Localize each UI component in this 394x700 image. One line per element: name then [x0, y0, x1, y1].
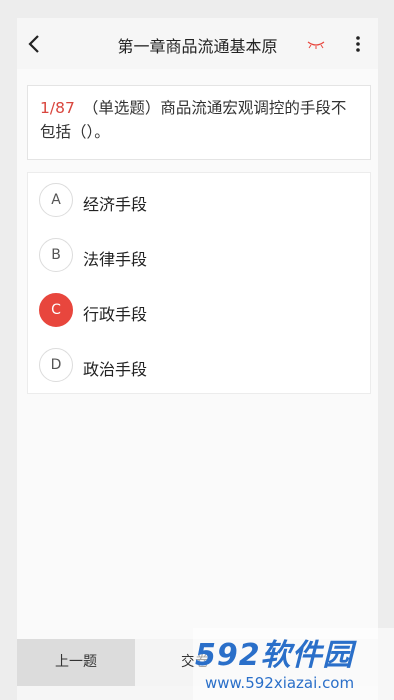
option-c[interactable]: C 行政手段	[28, 283, 370, 338]
option-letter: B	[39, 238, 73, 272]
previous-question-button[interactable]: 上一题	[17, 639, 135, 686]
question-area: 1/87 （单选题）商品流通宏观调控的手段不包括（）。 A 经济手段 B 法律手段…	[17, 69, 378, 639]
option-b[interactable]: B 法律手段	[28, 228, 370, 283]
option-d[interactable]: D 政治手段	[28, 338, 370, 393]
option-label: 法律手段	[83, 250, 148, 269]
option-label: 政治手段	[83, 360, 148, 379]
options-list: A 经济手段 B 法律手段 C 行政手段 D 政治手段	[27, 172, 371, 394]
option-label: 经济手段	[83, 195, 148, 214]
watermark-url: www.592xiazai.com	[205, 674, 355, 692]
option-a[interactable]: A 经济手段	[28, 173, 370, 228]
option-label: 行政手段	[83, 305, 148, 324]
question-card: 1/87 （单选题）商品流通宏观调控的手段不包括（）。	[27, 85, 371, 160]
app-screen: 第一章商品流通基本原 1/87 （单选题）商品流通宏观调控的手段不包括（）。 A …	[17, 18, 378, 700]
option-letter: A	[39, 183, 73, 217]
option-letter-selected: C	[39, 293, 73, 327]
question-number: 1/87	[40, 99, 75, 117]
question-text: （单选题）商品流通宏观调控的手段不包括（）。	[40, 99, 347, 141]
watermark: 592软件园 www.592xiazai.com	[193, 628, 394, 700]
option-letter: D	[39, 348, 73, 382]
eye-closed-icon[interactable]	[306, 38, 326, 50]
top-bar: 第一章商品流通基本原	[17, 18, 378, 69]
watermark-logo: 592软件园	[195, 638, 354, 673]
more-options-icon[interactable]	[351, 34, 365, 54]
